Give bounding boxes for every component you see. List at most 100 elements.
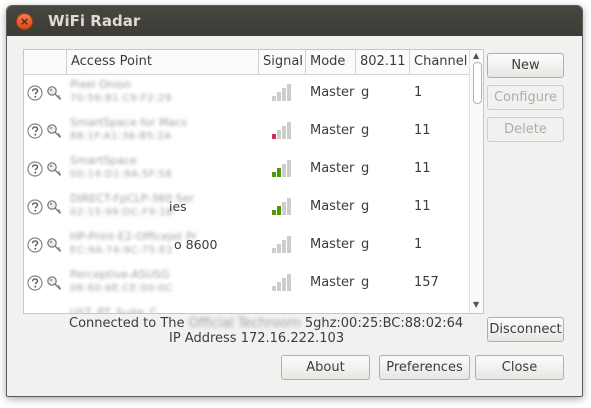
protocol-cell: g bbox=[361, 161, 370, 176]
access-point-name: HP-Print-E2-Officejet Pr bbox=[70, 230, 197, 243]
table-row[interactable]: DIRECT-FpCLP-360 Ser 02:15:99:DC:F9:1B ies… bbox=[24, 188, 469, 226]
access-point-name: Pixel Onion bbox=[70, 78, 132, 91]
table-row[interactable]: HP-Print-E2-Officejet Pr EC:9A:74:9C:75:E… bbox=[24, 226, 469, 264]
connected-suffix: 5ghz:00:25:BC:88:02:64 bbox=[304, 316, 464, 331]
window-title: WiFi Radar bbox=[48, 12, 141, 30]
access-point-cell: UST_PT_Suite_C bbox=[70, 306, 258, 314]
protocol-cell: g bbox=[361, 85, 370, 100]
disconnect-button[interactable]: Disconnect bbox=[487, 317, 564, 342]
access-point-cell: HP-Print-E2-Officejet Pr EC:9A:74:9C:75:E… bbox=[70, 230, 258, 256]
table-row[interactable]: SmartSpace 00:14:D1:9A:5F:58 Master g 11 bbox=[24, 150, 469, 188]
column-header-icons[interactable] bbox=[24, 50, 66, 74]
signal-strength-icon bbox=[270, 234, 292, 254]
protocol-cell: g bbox=[361, 237, 370, 252]
connection-status: Connected to The Official Techroom 5ghz:… bbox=[69, 316, 463, 331]
access-point-cell: SmartSpace for Macs 88:1F:A1:36:B5:2A bbox=[70, 116, 258, 142]
channel-cell: 157 bbox=[414, 275, 439, 290]
unknown-status-icon bbox=[27, 161, 43, 177]
protocol-cell: g bbox=[361, 123, 370, 138]
signal-strength-icon bbox=[270, 120, 292, 140]
column-header-mode[interactable]: Mode bbox=[305, 50, 355, 74]
unknown-status-icon bbox=[27, 123, 43, 139]
scroll-up-arrow-icon[interactable]: ▲ bbox=[473, 51, 479, 60]
row-icons bbox=[27, 123, 65, 139]
access-point-name-suffix: o 8600 bbox=[174, 237, 218, 252]
mode-cell: Master bbox=[310, 275, 355, 290]
access-point-cell: SmartSpace 00:14:D1:9A:5F:58 bbox=[70, 154, 258, 180]
key-icon bbox=[46, 275, 62, 291]
key-icon bbox=[46, 85, 62, 101]
access-point-name-suffix: ies bbox=[169, 199, 187, 214]
wifi-radar-window: × WiFi Radar Access Point Signal Mode 80… bbox=[6, 5, 583, 397]
protocol-cell: g bbox=[361, 275, 370, 290]
mode-cell: Master bbox=[310, 123, 355, 138]
connected-ssid: Official Techroom bbox=[188, 316, 301, 331]
key-icon bbox=[46, 161, 62, 177]
access-point-name: SmartSpace for Macs bbox=[70, 116, 187, 129]
table-row[interactable]: SmartSpace for Macs 88:1F:A1:36:B5:2A Mast… bbox=[24, 112, 469, 150]
protocol-cell: g bbox=[361, 199, 370, 214]
titlebar: × WiFi Radar bbox=[7, 6, 582, 36]
access-point-name: Perceptive-ASUSG bbox=[70, 268, 170, 281]
access-point-name: DIRECT-FpCLP-360 Ser bbox=[70, 192, 194, 205]
table-row[interactable]: Pixel Onion 70:56:81:C9:F2:29 Master g 1 bbox=[24, 74, 469, 112]
column-header-signal[interactable]: Signal bbox=[258, 50, 305, 74]
row-icons bbox=[27, 161, 65, 177]
access-point-table[interactable]: Access Point Signal Mode 802.11 Channel … bbox=[23, 49, 484, 314]
signal-strength-icon bbox=[270, 82, 292, 102]
table-row[interactable]: Perceptive-ASUSG 08:60:6E:CE:00:0C Master g… bbox=[24, 264, 469, 302]
access-point-name: UST_PT_Suite_C bbox=[70, 306, 158, 314]
channel-cell: 11 bbox=[414, 123, 431, 138]
unknown-status-icon bbox=[27, 85, 43, 101]
new-button[interactable]: New bbox=[487, 53, 564, 78]
access-point-cell: Perceptive-ASUSG 08:60:6E:CE:00:0C bbox=[70, 268, 258, 294]
close-button[interactable]: Close bbox=[475, 355, 564, 380]
row-icons bbox=[27, 313, 65, 314]
row-icons bbox=[27, 237, 65, 253]
signal-strength-icon bbox=[270, 158, 292, 178]
access-point-name: SmartSpace bbox=[70, 154, 137, 167]
access-point-mac: 88:1F:A1:36:B5:2A bbox=[70, 131, 172, 142]
channel-cell: 1 bbox=[414, 237, 423, 252]
unknown-status-icon bbox=[27, 199, 43, 215]
channel-cell: 11 bbox=[414, 199, 431, 214]
about-button[interactable]: About bbox=[281, 355, 370, 380]
column-header-channel[interactable]: Channel bbox=[409, 50, 469, 74]
column-header-802-11[interactable]: 802.11 bbox=[355, 50, 409, 74]
access-point-mac: 00:14:D1:9A:5F:58 bbox=[70, 169, 172, 180]
access-point-mac: 02:15:99:DC:F9:1B bbox=[70, 207, 174, 218]
signal-strength-icon bbox=[270, 272, 292, 292]
access-point-cell: Pixel Onion 70:56:81:C9:F2:29 bbox=[70, 78, 258, 104]
access-point-mac: 08:60:6E:CE:00:0C bbox=[70, 283, 173, 294]
key-icon bbox=[46, 237, 62, 253]
delete-button[interactable]: Delete bbox=[487, 117, 564, 142]
table-header: Access Point Signal Mode 802.11 Channel bbox=[24, 50, 483, 75]
row-icons bbox=[27, 275, 65, 291]
column-header-access-point[interactable]: Access Point bbox=[66, 50, 258, 74]
channel-cell: 11 bbox=[414, 161, 431, 176]
unknown-status-icon bbox=[27, 313, 43, 314]
channel-cell: 1 bbox=[414, 85, 423, 100]
mode-cell: Master bbox=[310, 161, 355, 176]
ip-address: IP Address 172.16.222.103 bbox=[169, 331, 345, 346]
preferences-button[interactable]: Preferences bbox=[379, 355, 470, 380]
table-scrollbar[interactable]: ▲ ▼ bbox=[469, 50, 483, 313]
key-icon bbox=[46, 123, 62, 139]
mode-cell: Master bbox=[310, 237, 355, 252]
access-point-mac: 70:56:81:C9:F2:29 bbox=[70, 93, 172, 104]
access-point-mac: EC:9A:74:9C:75:E2 bbox=[70, 245, 174, 256]
signal-strength-icon bbox=[270, 196, 292, 216]
unknown-status-icon bbox=[27, 237, 43, 253]
key-icon bbox=[46, 313, 62, 314]
unknown-status-icon bbox=[27, 275, 43, 291]
configure-button[interactable]: Configure bbox=[487, 85, 564, 110]
connected-prefix: Connected to The bbox=[69, 316, 185, 331]
access-point-cell: DIRECT-FpCLP-360 Ser 02:15:99:DC:F9:1B bbox=[70, 192, 258, 218]
scrollbar-thumb[interactable] bbox=[473, 62, 482, 104]
window-close-icon[interactable]: × bbox=[16, 13, 33, 30]
key-icon bbox=[46, 199, 62, 215]
mode-cell: Master bbox=[310, 85, 355, 100]
table-row[interactable]: UST_PT_Suite_C bbox=[24, 302, 469, 314]
mode-cell: Master bbox=[310, 199, 355, 214]
scroll-down-arrow-icon[interactable]: ▼ bbox=[473, 300, 479, 309]
